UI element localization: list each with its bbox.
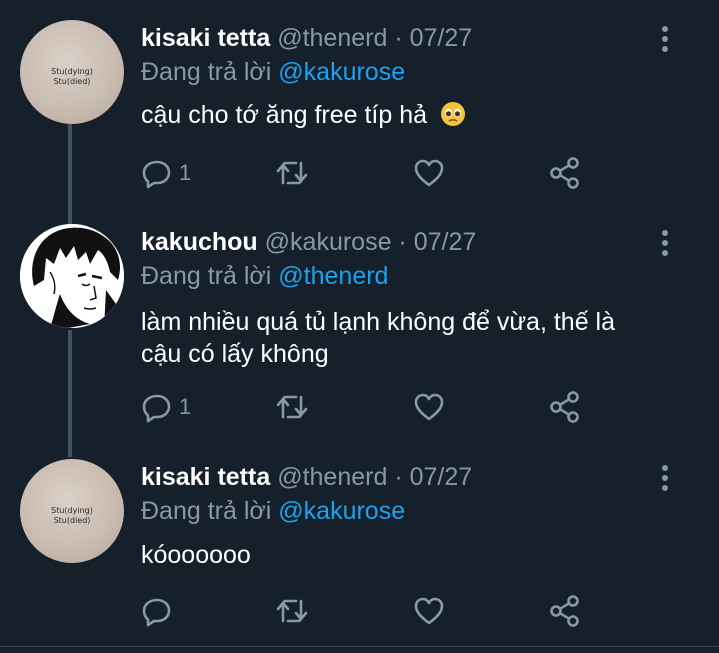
like-icon xyxy=(414,597,444,625)
share-button[interactable] xyxy=(548,593,582,629)
tweet-actions: 1 xyxy=(141,155,611,191)
bottom-divider xyxy=(0,646,719,647)
retweet-button[interactable] xyxy=(274,155,310,191)
reply-button[interactable]: 1 xyxy=(141,155,191,191)
retweet-button[interactable] xyxy=(274,593,310,629)
reply-count: 1 xyxy=(179,160,192,185)
like-icon xyxy=(414,393,444,421)
more-options-icon[interactable] xyxy=(657,463,673,493)
display-name[interactable]: kakuchou xyxy=(141,228,258,256)
tweet-3[interactable]: Stu(dying) Stu(died) kisaki tetta @thene… xyxy=(0,459,719,644)
replying-to: Đang trả lời @kakurose xyxy=(141,58,406,86)
reply-icon xyxy=(142,394,171,423)
reply-button[interactable]: 1 xyxy=(141,389,191,425)
replying-to: Đang trả lời @kakurose xyxy=(141,497,406,525)
tweet-1[interactable]: Stu(dying) Stu(died) kisaki tetta @thene… xyxy=(0,20,719,205)
share-button[interactable] xyxy=(548,389,582,425)
reply-button[interactable] xyxy=(141,593,179,629)
retweet-icon xyxy=(276,599,308,623)
like-icon xyxy=(414,159,444,187)
avatar[interactable] xyxy=(20,224,124,328)
retweet-button[interactable] xyxy=(274,389,310,425)
share-icon xyxy=(550,391,579,423)
like-button[interactable] xyxy=(413,155,445,191)
tweet-text: kóoooooo xyxy=(141,541,251,569)
more-options-icon[interactable] xyxy=(657,24,673,54)
pleading-face-emoji-icon xyxy=(440,101,466,135)
tweet-2[interactable]: kakuchou @kakurose · 07/27 Đang trả lời … xyxy=(0,224,719,439)
tweet-actions: 1 xyxy=(141,389,611,425)
handle-and-date[interactable]: @thenerd · 07/27 xyxy=(277,463,472,491)
avatar[interactable]: Stu(dying) Stu(died) xyxy=(20,459,124,563)
mention-link[interactable]: @thenerd xyxy=(278,262,388,290)
tweet-header: kakuchou @kakurose · 07/27 xyxy=(141,226,476,258)
like-button[interactable] xyxy=(413,389,445,425)
mention-link[interactable]: @kakurose xyxy=(278,497,405,525)
avatar[interactable]: Stu(dying) Stu(died) xyxy=(20,20,124,124)
share-icon xyxy=(550,157,579,189)
reply-icon xyxy=(142,598,171,627)
tweet-header: kisaki tetta @thenerd · 07/27 xyxy=(141,22,472,54)
replying-to: Đang trả lời @thenerd xyxy=(141,262,389,290)
tweet-text: cậu cho tớ ăng free típ hả xyxy=(141,99,701,135)
like-button[interactable] xyxy=(413,593,445,629)
retweet-icon xyxy=(276,161,308,185)
display-name[interactable]: kisaki tetta xyxy=(141,463,270,491)
reply-icon xyxy=(142,160,171,189)
manga-character-illustration xyxy=(20,224,124,328)
more-options-icon[interactable] xyxy=(657,228,673,258)
display-name[interactable]: kisaki tetta xyxy=(141,24,270,52)
tweet-header: kisaki tetta @thenerd · 07/27 xyxy=(141,461,472,493)
mention-link[interactable]: @kakurose xyxy=(278,58,405,86)
tweet-actions xyxy=(141,593,611,629)
share-icon xyxy=(550,595,579,627)
avatar-shirt-print: Stu(dying) Stu(died) xyxy=(51,506,93,525)
handle-and-date[interactable]: @thenerd · 07/27 xyxy=(277,24,472,52)
share-button[interactable] xyxy=(548,155,582,191)
handle-and-date[interactable]: @kakurose · 07/27 xyxy=(265,228,477,256)
tweet-text: làm nhiều quá tủ lạnh không để vừa, thế … xyxy=(141,308,616,368)
avatar-shirt-print: Stu(dying) Stu(died) xyxy=(51,67,93,86)
reply-count: 1 xyxy=(179,394,192,419)
retweet-icon xyxy=(276,395,308,419)
